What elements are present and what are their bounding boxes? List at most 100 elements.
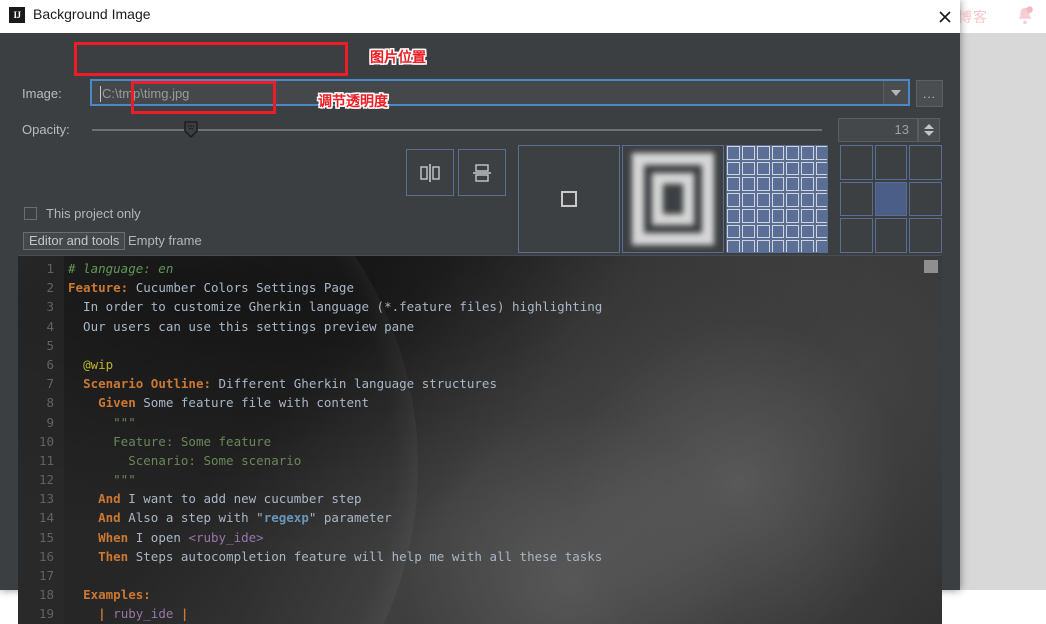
placement-scale-option[interactable] — [622, 145, 724, 253]
tile-pattern-cell — [786, 240, 800, 252]
line-number: 2 — [46, 280, 54, 296]
code-line-text: When I open <ruby_ide> — [98, 529, 264, 545]
code-line-text: Examples: — [83, 587, 151, 603]
code-line: 10 Feature: Some feature — [18, 432, 942, 451]
code-line: 16 Then Steps autocompletion feature wil… — [18, 547, 942, 566]
tile-pattern-cell — [727, 161, 740, 176]
anchor-cell-middle-right[interactable] — [909, 181, 942, 217]
tile-pattern-cell — [741, 146, 755, 160]
code-line-text: Feature: Some feature — [113, 433, 272, 449]
opacity-field-label: Opacity: — [22, 122, 70, 137]
bell-icon[interactable] — [1014, 4, 1036, 28]
anchor-cell-top-center[interactable] — [874, 145, 908, 180]
opacity-value[interactable]: 13 — [895, 122, 909, 137]
code-line-text: Scenario Outline: Different Gherkin lang… — [83, 376, 497, 392]
tile-pattern-cell — [741, 161, 755, 176]
anchor-cell-bottom-right[interactable] — [909, 218, 942, 253]
flip-horizontal-icon — [420, 163, 440, 182]
line-number: 15 — [38, 529, 54, 545]
line-number: 1 — [46, 261, 54, 276]
anchor-cell-top-right[interactable] — [909, 145, 942, 180]
code-line: 8 Given Some feature file with content — [18, 393, 942, 412]
line-number: 12 — [38, 472, 54, 488]
code-line-text: Feature: Cucumber Colors Settings Page — [68, 280, 354, 296]
spinner-down-icon[interactable] — [924, 131, 934, 136]
code-line-text: """ — [113, 472, 136, 488]
tile-pattern-cell — [786, 193, 800, 207]
tile-pattern-cell — [771, 240, 785, 252]
tile-pattern-cell — [756, 208, 770, 223]
line-number: 11 — [38, 452, 54, 468]
flip-horizontal-button[interactable] — [406, 149, 454, 196]
anchor-cell-bottom-left[interactable] — [840, 218, 873, 253]
opacity-slider-track[interactable] — [92, 129, 822, 131]
tile-pattern-cell — [756, 224, 770, 239]
anchor-position-grid[interactable] — [840, 145, 942, 253]
anchor-cell-top-left[interactable] — [840, 145, 873, 180]
code-line: 12 """ — [18, 470, 942, 489]
placement-center-option[interactable] — [518, 145, 620, 253]
flip-vertical-button[interactable] — [458, 149, 506, 196]
code-line-text: In order to customize Gherkin language (… — [68, 299, 603, 315]
line-number: 9 — [46, 414, 54, 430]
code-line-text: Given Some feature file with content — [98, 395, 370, 411]
line-number: 8 — [46, 395, 54, 411]
tile-pattern-cell — [771, 224, 785, 239]
tile-pattern-cell — [816, 161, 827, 176]
tile-pattern-cell — [786, 208, 800, 223]
code-line: 6 @wip — [18, 355, 942, 374]
opacity-spinner-buttons[interactable] — [918, 118, 940, 142]
code-line-text: And Also a step with "regexp" parameter — [98, 510, 392, 526]
tile-pattern-cell — [816, 193, 827, 207]
opacity-slider-thumb[interactable] — [184, 121, 198, 138]
anchor-cell-middle-center[interactable] — [874, 181, 908, 217]
tile-pattern-cell — [741, 240, 755, 252]
tile-pattern-cell — [727, 193, 740, 207]
tab-empty-frame[interactable]: Empty frame — [128, 233, 202, 248]
tile-pattern-cell — [727, 240, 740, 252]
tile-pattern-cell — [816, 146, 827, 160]
code-line: 1 # language: en — [18, 259, 942, 278]
code-line: 2 Feature: Cucumber Colors Settings Page — [18, 278, 942, 297]
code-line: 11 Scenario: Some scenario — [18, 451, 942, 470]
this-project-only-checkbox[interactable]: This project only — [24, 206, 141, 221]
line-number: 5 — [46, 337, 54, 353]
line-number: 6 — [46, 356, 54, 372]
tile-pattern-cell — [771, 177, 785, 192]
placement-tile-option[interactable] — [726, 145, 828, 253]
line-number: 4 — [46, 318, 54, 334]
tile-pattern-cell — [786, 177, 800, 192]
image-field-label: Image: — [22, 86, 62, 101]
opacity-annotation-label: 调节透明度 — [318, 94, 388, 110]
flip-vertical-icon — [473, 163, 491, 182]
tile-pattern-cell — [816, 208, 827, 223]
app-icon-text: IJ — [13, 9, 21, 20]
spinner-up-icon[interactable] — [924, 124, 934, 129]
tile-pattern-cell — [786, 146, 800, 160]
text-caret — [100, 86, 101, 102]
tile-pattern-cell — [816, 224, 827, 239]
tile-pattern-cell — [801, 146, 815, 160]
checkbox-box[interactable] — [24, 207, 37, 220]
tile-pattern-cell — [756, 161, 770, 176]
dialog-titlebar: IJ Background Image — [0, 0, 960, 33]
anchor-cell-bottom-center[interactable] — [874, 218, 908, 253]
code-line-text: """ — [113, 414, 136, 430]
tile-pattern-cell — [741, 224, 755, 239]
intellij-idea-icon: IJ — [9, 7, 25, 23]
close-icon[interactable] — [932, 4, 958, 30]
browse-button[interactable]: ... — [916, 80, 943, 107]
line-number: 13 — [38, 491, 54, 507]
tile-pattern-cell — [727, 208, 740, 223]
tab-editor-and-tools[interactable]: Editor and tools — [23, 232, 126, 250]
scrollbar-thumb[interactable] — [924, 260, 938, 273]
tile-placement-icon — [727, 146, 827, 252]
tile-pattern-cell — [771, 146, 785, 160]
anchor-cell-middle-left[interactable] — [840, 181, 873, 217]
opacity-spinner-field[interactable]: 13 — [838, 118, 918, 142]
settings-preview-pane[interactable]: 1 # language: en 2 Feature: Cucumber Colors… — [18, 255, 942, 624]
scale-placement-icon — [632, 153, 714, 245]
tile-pattern-cell — [816, 177, 827, 192]
chevron-down-icon[interactable] — [883, 81, 908, 104]
line-number: 19 — [38, 606, 54, 622]
